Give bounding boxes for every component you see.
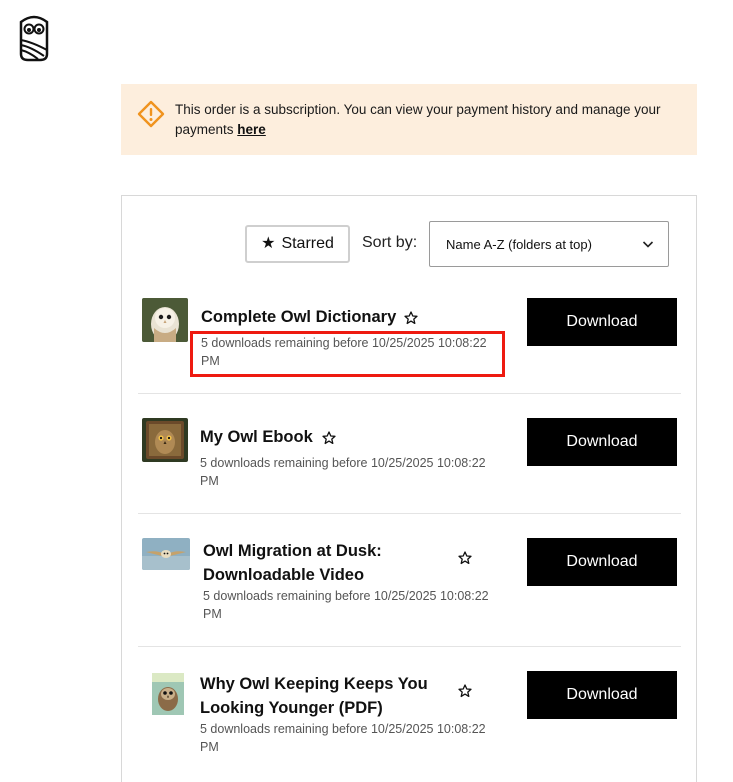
item-status: 5 downloads remaining before 10/25/2025 … <box>201 336 487 368</box>
item-status: 5 downloads remaining before 10/25/2025 … <box>203 589 489 621</box>
owl-keeping-thumbnail <box>148 673 188 715</box>
star-outline-icon[interactable] <box>322 431 336 445</box>
download-button[interactable]: Download <box>527 538 677 586</box>
divider <box>138 393 681 394</box>
sort-value: Name A-Z (folders at top) <box>446 236 592 252</box>
list-item: Why Owl Keeping Keeps You Looking Younge… <box>138 671 681 761</box>
download-button[interactable]: Download <box>527 418 677 466</box>
owl-dictionary-thumbnail <box>142 298 188 342</box>
notice-message: This order is a subscription. You can vi… <box>175 100 683 140</box>
starred-label: Starred <box>281 235 334 252</box>
payment-history-link[interactable]: here <box>237 122 266 137</box>
starred-filter-button[interactable]: ★ Starred <box>245 225 350 263</box>
item-status: 5 downloads remaining before 10/25/2025 … <box>200 456 486 488</box>
download-button[interactable]: Download <box>527 671 677 719</box>
item-title: Complete Owl Dictionary <box>201 308 397 326</box>
subscription-notice: This order is a subscription. You can vi… <box>121 84 697 155</box>
downloads-toolbar: ★ Starred Sort by: Name A-Z (folders at … <box>122 196 696 276</box>
owl-migration-thumbnail <box>142 538 190 570</box>
chevron-down-icon <box>642 238 654 250</box>
divider <box>138 513 681 514</box>
owl-logo-icon[interactable] <box>18 14 50 62</box>
item-title-line2: Downloadable Video <box>203 566 365 584</box>
download-button[interactable]: Download <box>527 298 677 346</box>
item-title-line1: Owl Migration at Dusk: <box>203 542 382 560</box>
list-item: Complete Owl Dictionary 5 downloads rema… <box>138 298 681 368</box>
sort-label: Sort by: <box>362 234 418 251</box>
warning-diamond-icon <box>137 100 165 128</box>
list-item: My Owl Ebook 5 downloads remaining befor… <box>138 418 681 488</box>
item-status: 5 downloads remaining before 10/25/2025 … <box>200 722 486 754</box>
owl-ebook-thumbnail <box>142 418 188 462</box>
star-outline-icon[interactable] <box>404 311 418 325</box>
downloads-panel: ★ Starred Sort by: Name A-Z (folders at … <box>121 195 697 782</box>
list-item: Owl Migration at Dusk: Downloadable Vide… <box>138 538 681 628</box>
star-filled-icon: ★ <box>261 235 276 252</box>
item-title-line1: Why Owl Keeping Keeps You <box>200 675 428 693</box>
sort-select[interactable]: Name A-Z (folders at top) <box>429 221 669 267</box>
star-outline-icon[interactable] <box>458 684 472 698</box>
item-title: My Owl Ebook <box>200 428 313 446</box>
item-title-line2: Looking Younger (PDF) <box>200 699 383 717</box>
star-outline-icon[interactable] <box>458 551 472 565</box>
divider <box>138 646 681 647</box>
